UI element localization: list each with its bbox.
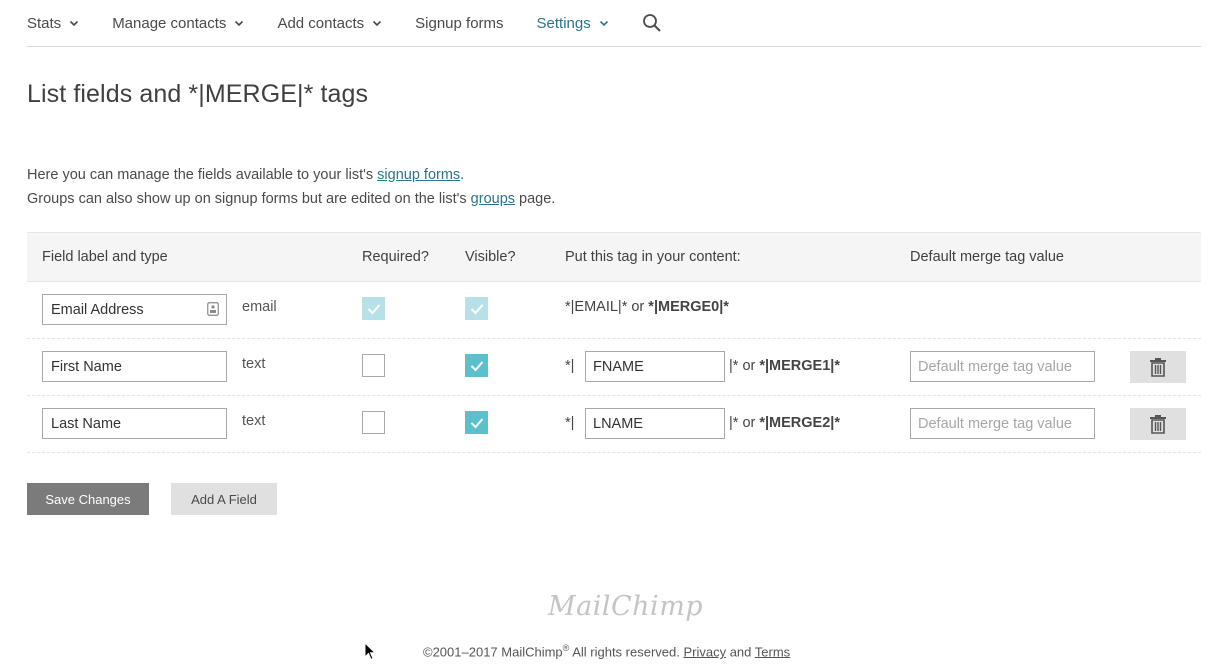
- intro-line-2-text: Groups can also show up on signup forms …: [27, 191, 471, 207]
- table-row: text *| |* or *|MERGE1|*: [27, 339, 1201, 396]
- privacy-link[interactable]: Privacy: [683, 644, 726, 659]
- intro-line-1-end: .: [460, 167, 465, 183]
- mailchimp-logo: MailChimp: [548, 591, 704, 622]
- intro-line-2: Groups can also show up on signup forms …: [27, 187, 555, 211]
- nav-add-contacts-label: Add contacts: [277, 14, 365, 32]
- nav-manage-contacts[interactable]: Manage contacts: [112, 15, 244, 32]
- mouse-cursor-icon: [364, 641, 377, 661]
- terms-link[interactable]: Terms: [755, 644, 790, 659]
- delete-field-button[interactable]: [1130, 408, 1186, 440]
- merge-tag-text: *|EMAIL|* or *|MERGE0|*: [565, 299, 729, 315]
- search-icon[interactable]: [642, 13, 662, 33]
- nav-stats[interactable]: Stats: [27, 15, 79, 32]
- chevron-down-icon: [234, 18, 244, 28]
- table-row: email *|EMAIL|* or *|MERGE0|*: [27, 282, 1201, 339]
- header-visible: Visible?: [465, 249, 516, 265]
- merge-tag-input[interactable]: [585, 408, 725, 439]
- field-label-input[interactable]: [42, 408, 227, 439]
- tag-suffix-text: |* or: [729, 358, 760, 374]
- merge-tag: *|MERGE0|*: [648, 299, 729, 315]
- nav-signup-forms-label: Signup forms: [415, 14, 504, 32]
- intro-text: Here you can manage the fields available…: [27, 163, 555, 211]
- chevron-down-icon: [599, 18, 609, 28]
- default-value-input[interactable]: [910, 351, 1095, 382]
- merge-tag: *|MERGE1|*: [759, 358, 840, 374]
- field-type: text: [242, 413, 266, 429]
- required-checkbox[interactable]: [362, 411, 385, 434]
- required-checkbox[interactable]: [362, 354, 385, 377]
- rights-text: All rights reserved.: [569, 644, 684, 660]
- field-type: email: [242, 299, 277, 315]
- visible-checkbox[interactable]: [465, 354, 488, 377]
- lock-icon: [207, 302, 219, 316]
- signup-forms-link[interactable]: signup forms: [377, 167, 460, 183]
- table-header: Field label and type Required? Visible? …: [27, 232, 1201, 282]
- visible-checkbox[interactable]: [465, 411, 488, 434]
- merge-tag-input[interactable]: [585, 351, 725, 382]
- save-changes-button[interactable]: Save Changes: [27, 483, 149, 515]
- field-type: text: [242, 356, 266, 372]
- tag-prefix: *|: [565, 358, 575, 374]
- header-field-label: Field label and type: [42, 249, 168, 265]
- table-row: text *| |* or *|MERGE2|*: [27, 396, 1201, 453]
- groups-link[interactable]: groups: [471, 191, 515, 207]
- chevron-down-icon: [69, 18, 79, 28]
- page-title: List fields and *|MERGE|* tags: [27, 80, 369, 108]
- chevron-down-icon: [372, 18, 382, 28]
- delete-field-button[interactable]: [1130, 351, 1186, 383]
- nav-settings-label: Settings: [536, 14, 591, 32]
- and-text: and: [726, 644, 755, 660]
- trash-icon: [1150, 357, 1166, 377]
- field-label-input[interactable]: [42, 351, 227, 382]
- copyright-text: ©2001–2017 MailChimp: [423, 644, 563, 660]
- nav-stats-label: Stats: [27, 14, 62, 32]
- email-tag: *|EMAIL|* or: [565, 299, 649, 315]
- intro-line-1: Here you can manage the fields available…: [27, 163, 555, 187]
- intro-line-1-text: Here you can manage the fields available…: [27, 167, 378, 183]
- visible-checkbox: [465, 297, 488, 320]
- required-checkbox: [362, 297, 385, 320]
- nav-add-contacts[interactable]: Add contacts: [277, 15, 382, 32]
- nav-manage-contacts-label: Manage contacts: [112, 14, 227, 32]
- header-tag: Put this tag in your content:: [565, 249, 741, 265]
- nav-settings[interactable]: Settings: [537, 15, 609, 32]
- top-navigation: Stats Manage contacts Add contacts Signu…: [27, 0, 1201, 47]
- merge-tag: *|MERGE2|*: [759, 415, 840, 431]
- fields-table: Field label and type Required? Visible? …: [27, 232, 1201, 453]
- default-value-input[interactable]: [910, 408, 1095, 439]
- footer: ©2001–2017 MailChimp® All rights reserve…: [423, 643, 790, 659]
- tag-suffix: |* or *|MERGE1|*: [729, 358, 840, 374]
- tag-suffix-text: |* or: [729, 415, 760, 431]
- trash-icon: [1150, 414, 1166, 434]
- intro-line-2-end: page.: [515, 191, 556, 207]
- tag-suffix: |* or *|MERGE2|*: [729, 415, 840, 431]
- add-field-button[interactable]: Add A Field: [171, 483, 277, 515]
- header-required: Required?: [362, 249, 429, 265]
- tag-prefix: *|: [565, 415, 575, 431]
- field-label-input[interactable]: [42, 294, 227, 325]
- header-default: Default merge tag value: [910, 249, 1064, 265]
- nav-signup-forms[interactable]: Signup forms: [415, 15, 503, 32]
